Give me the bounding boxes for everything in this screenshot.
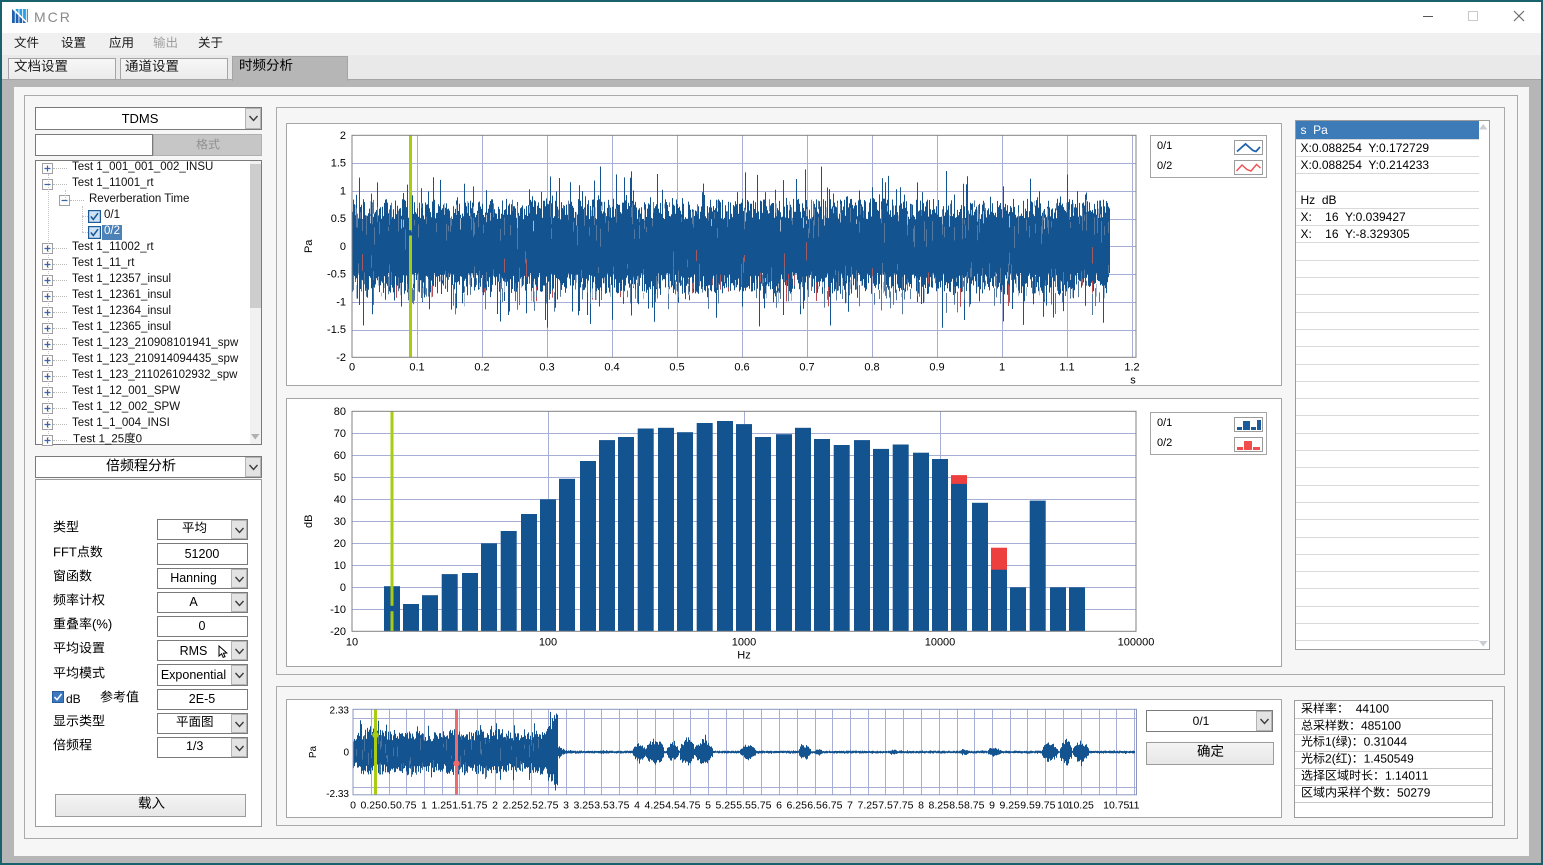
svg-text:0: 0 — [340, 240, 346, 252]
svg-text:3.75: 3.75 — [609, 799, 630, 811]
svg-text:-10: -10 — [330, 604, 346, 616]
svg-text:0.5: 0.5 — [331, 213, 346, 225]
svg-text:1.5: 1.5 — [331, 157, 346, 169]
svg-text:0.7: 0.7 — [799, 361, 814, 373]
svg-text:6.25: 6.25 — [787, 799, 808, 811]
svg-text:0.5: 0.5 — [669, 361, 684, 373]
svg-text:-2: -2 — [336, 351, 346, 363]
svg-text:8: 8 — [918, 799, 924, 811]
svg-text:10: 10 — [346, 636, 358, 648]
svg-text:40: 40 — [334, 494, 346, 506]
svg-text:1.2: 1.2 — [1124, 361, 1139, 373]
svg-text:2: 2 — [492, 799, 498, 811]
svg-text:10: 10 — [334, 560, 346, 572]
svg-text:3.25: 3.25 — [574, 799, 595, 811]
svg-text:0.5: 0.5 — [381, 799, 396, 811]
svg-text:2.5: 2.5 — [523, 799, 538, 811]
svg-text:1: 1 — [999, 361, 1005, 373]
svg-text:20: 20 — [334, 538, 346, 550]
svg-text:4.5: 4.5 — [665, 799, 680, 811]
svg-text:-20: -20 — [330, 626, 346, 638]
svg-text:s: s — [1130, 374, 1136, 386]
svg-text:5.25: 5.25 — [716, 799, 737, 811]
svg-text:0.2: 0.2 — [474, 361, 489, 373]
svg-text:8.25: 8.25 — [929, 799, 950, 811]
svg-text:7: 7 — [847, 799, 853, 811]
svg-text:-1.5: -1.5 — [327, 324, 346, 336]
svg-text:0.6: 0.6 — [734, 361, 749, 373]
svg-text:100: 100 — [539, 636, 557, 648]
svg-text:11: 11 — [1129, 799, 1140, 811]
svg-text:0: 0 — [340, 582, 346, 594]
svg-text:80: 80 — [334, 406, 346, 418]
svg-text:3: 3 — [563, 799, 569, 811]
svg-text:1.5: 1.5 — [452, 799, 467, 811]
svg-text:4.25: 4.25 — [645, 799, 666, 811]
svg-text:6: 6 — [776, 799, 782, 811]
svg-text:8.5: 8.5 — [949, 799, 964, 811]
svg-text:0: 0 — [343, 748, 349, 759]
svg-text:100000: 100000 — [1118, 636, 1155, 648]
svg-text:2.25: 2.25 — [503, 799, 524, 811]
svg-text:0.25: 0.25 — [361, 799, 382, 811]
svg-text:1: 1 — [421, 799, 427, 811]
svg-text:50: 50 — [334, 472, 346, 484]
svg-text:6.75: 6.75 — [822, 799, 843, 811]
svg-text:7.75: 7.75 — [893, 799, 914, 811]
svg-text:9.25: 9.25 — [1000, 799, 1021, 811]
svg-text:1.1: 1.1 — [1059, 361, 1074, 373]
svg-text:Pa: Pa — [308, 745, 319, 758]
svg-text:10000: 10000 — [925, 636, 956, 648]
svg-text:1.75: 1.75 — [467, 799, 488, 811]
svg-text:0.9: 0.9 — [929, 361, 944, 373]
svg-text:70: 70 — [334, 428, 346, 440]
svg-text:-2.33: -2.33 — [326, 789, 349, 800]
svg-text:dB: dB — [303, 515, 315, 528]
svg-text:5: 5 — [705, 799, 711, 811]
svg-text:2.75: 2.75 — [538, 799, 559, 811]
svg-text:1000: 1000 — [732, 636, 756, 648]
svg-text:0.1: 0.1 — [409, 361, 424, 373]
svg-text:10.25: 10.25 — [1068, 799, 1094, 811]
svg-text:2: 2 — [340, 129, 346, 141]
svg-text:0: 0 — [349, 361, 355, 373]
svg-text:9.5: 9.5 — [1020, 799, 1035, 811]
svg-text:9.75: 9.75 — [1035, 799, 1056, 811]
svg-text:30: 30 — [334, 516, 346, 528]
svg-text:9: 9 — [989, 799, 995, 811]
svg-text:0: 0 — [350, 799, 356, 811]
svg-text:1: 1 — [340, 185, 346, 197]
svg-text:0.4: 0.4 — [604, 361, 619, 373]
svg-text:60: 60 — [334, 450, 346, 462]
svg-text:7.5: 7.5 — [878, 799, 893, 811]
svg-text:5.5: 5.5 — [736, 799, 751, 811]
svg-text:7.25: 7.25 — [858, 799, 879, 811]
svg-text:6.5: 6.5 — [807, 799, 822, 811]
svg-text:4.75: 4.75 — [680, 799, 701, 811]
svg-text:Pa: Pa — [303, 238, 315, 252]
svg-text:5.75: 5.75 — [751, 799, 772, 811]
svg-text:3.5: 3.5 — [594, 799, 609, 811]
svg-text:2.33: 2.33 — [330, 705, 350, 716]
svg-text:-1: -1 — [336, 296, 346, 308]
svg-text:0.75: 0.75 — [396, 799, 417, 811]
svg-text:4: 4 — [634, 799, 640, 811]
svg-text:10.75: 10.75 — [1103, 799, 1129, 811]
svg-text:Hz: Hz — [737, 649, 750, 661]
svg-text:1.25: 1.25 — [432, 799, 453, 811]
svg-text:0.3: 0.3 — [539, 361, 554, 373]
svg-text:0.8: 0.8 — [864, 361, 879, 373]
svg-text:-0.5: -0.5 — [327, 268, 346, 280]
svg-text:8.75: 8.75 — [964, 799, 985, 811]
